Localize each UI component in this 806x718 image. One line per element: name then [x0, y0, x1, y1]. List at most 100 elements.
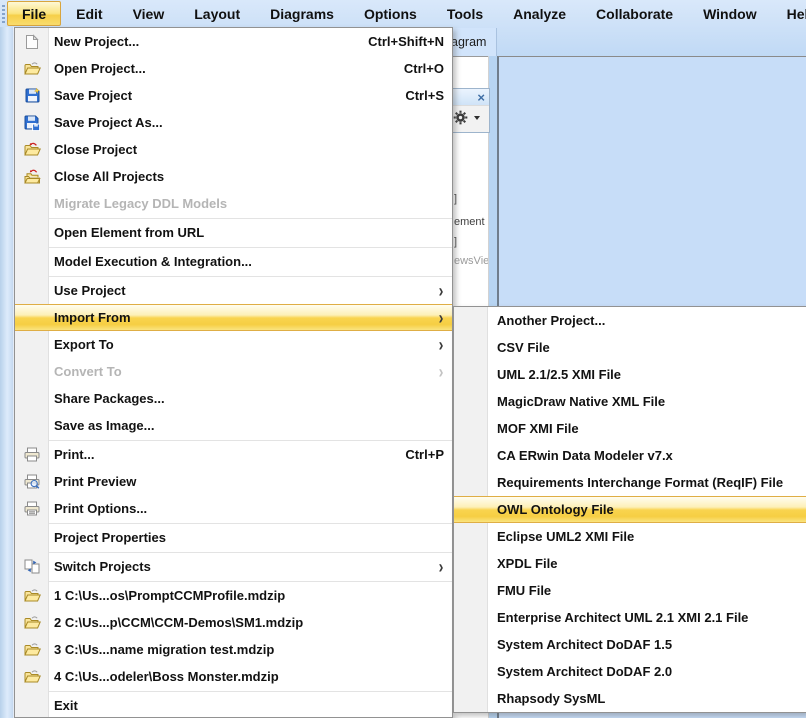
menu-item-gutter-cell: [15, 115, 49, 131]
gear-icon[interactable]: [453, 110, 468, 125]
submenu-item-magicdraw-native-xml-file[interactable]: MagicDraw Native XML File: [454, 388, 806, 415]
submenu-item-csv-file[interactable]: CSV File: [454, 334, 806, 361]
menu-item-label: Enterprise Architect UML 2.1 XMI 2.1 Fil…: [488, 610, 748, 625]
menu-item-label: OWL Ontology File: [488, 502, 614, 517]
menu-item-import-from[interactable]: Import From›: [15, 304, 452, 331]
menu-item-gutter-cell: [15, 34, 49, 50]
menu-item-use-project[interactable]: Use Project›: [15, 277, 452, 304]
menu-item-label: Project Properties: [49, 530, 166, 545]
print-preview-icon: [24, 474, 40, 490]
menubar-item-analyze[interactable]: Analyze: [498, 1, 581, 26]
menubar-item-help[interactable]: Help: [772, 1, 806, 26]
menu-item-label: Print Options...: [49, 501, 147, 516]
menu-item-open-element-from-url[interactable]: Open Element from URL: [15, 219, 452, 246]
submenu-item-system-architect-dodaf-2-0[interactable]: System Architect DoDAF 2.0: [454, 658, 806, 685]
menu-item-print-options[interactable]: Print Options...: [15, 495, 452, 522]
menu-item-project-properties[interactable]: Project Properties: [15, 524, 452, 551]
menu-item-label: Switch Projects: [49, 559, 151, 574]
menu-item-export-to[interactable]: Export To›: [15, 331, 452, 358]
panel-fragment: ement: [454, 216, 485, 228]
menu-item-new-project[interactable]: New Project...Ctrl+Shift+N: [15, 28, 452, 55]
toolbar-grip-icon: [2, 5, 5, 23]
menu-item-shortcut: Ctrl+P: [385, 447, 444, 462]
chevron-right-icon: ›: [439, 558, 444, 576]
menubar-item-file[interactable]: File: [7, 1, 61, 26]
menubar-item-diagrams[interactable]: Diagrams: [255, 1, 349, 26]
submenu-item-requirements-interchange-format-reqif-fi[interactable]: Requirements Interchange Format (ReqIF) …: [454, 469, 806, 496]
menubar-item-layout[interactable]: Layout: [179, 1, 255, 26]
save-project-icon: [25, 88, 40, 103]
menu-item-share-packages[interactable]: Share Packages...: [15, 385, 452, 412]
menu-item-label: CSV File: [488, 340, 550, 355]
menu-item-label: Rhapsody SysML: [488, 691, 605, 706]
menu-item-label: 3 C:\Us...name migration test.mdzip: [49, 642, 274, 657]
menu-item-model-execution-integration[interactable]: Model Execution & Integration...: [15, 248, 452, 275]
menu-item-label: Export To: [49, 337, 114, 352]
menubar-item-options[interactable]: Options: [349, 1, 432, 26]
submenu-item-xpdl-file[interactable]: XPDL File: [454, 550, 806, 577]
menubar-item-tools[interactable]: Tools: [432, 1, 498, 26]
submenu-item-fmu-file[interactable]: FMU File: [454, 577, 806, 604]
menu-item-label: New Project...: [49, 34, 139, 49]
menu-item-save-as-image[interactable]: Save as Image...: [15, 412, 452, 439]
close-icon[interactable]: ×: [477, 91, 485, 104]
menu-item-close-all-projects[interactable]: Close All Projects: [15, 163, 452, 190]
menu-item-convert-to: Convert To›: [15, 358, 452, 385]
menubar-item-label: Analyze: [513, 6, 566, 22]
menubar-item-collaborate[interactable]: Collaborate: [581, 1, 688, 26]
menu-item-save-project-as[interactable]: Save Project As...: [15, 109, 452, 136]
menu-item-gutter-cell: [15, 169, 49, 185]
menu-item-label: 1 C:\Us...os\PromptCCMProfile.mdzip: [49, 588, 285, 603]
menubar-item-edit[interactable]: Edit: [61, 1, 117, 26]
mini-toolbar-header: ×: [447, 89, 489, 106]
chevron-right-icon: ›: [439, 282, 444, 300]
menu-item-print[interactable]: Print... Ctrl+P: [15, 441, 452, 468]
menubar-item-label: Diagrams: [270, 6, 334, 22]
menu-item-gutter-cell: [15, 669, 49, 684]
submenu-item-enterprise-architect-uml-2-1-xmi-2-1-fil[interactable]: Enterprise Architect UML 2.1 XMI 2.1 Fil…: [454, 604, 806, 631]
menu-item-close-project[interactable]: Close Project: [15, 136, 452, 163]
menu-item-shortcut: Ctrl+S: [385, 88, 444, 103]
menu-item-switch-projects[interactable]: Switch Projects ›: [15, 553, 452, 580]
submenu-item-rhapsody-sysml[interactable]: Rhapsody SysML: [454, 685, 806, 712]
menu-item-gutter-cell: [15, 474, 49, 490]
menu-item-gutter-cell: [15, 142, 49, 157]
menubar-item-label: Edit: [76, 6, 102, 22]
save-project-as-icon: [24, 115, 40, 131]
menu-item-3-c-us-name-migration-test-mdzip[interactable]: 3 C:\Us...name migration test.mdzip: [15, 636, 452, 663]
menu-item-label: Model Execution & Integration...: [49, 254, 252, 269]
submenu-item-eclipse-uml2-xmi-file[interactable]: Eclipse UML2 XMI File: [454, 523, 806, 550]
recent-file-icon: [24, 588, 41, 603]
submenu-item-uml-2-1-2-5-xmi-file[interactable]: UML 2.1/2.5 XMI File: [454, 361, 806, 388]
menu-item-label: Eclipse UML2 XMI File: [488, 529, 634, 544]
dropdown-caret-icon[interactable]: [474, 116, 480, 120]
menu-item-label: Print...: [49, 447, 94, 462]
menu-item-label: Another Project...: [488, 313, 605, 328]
menu-item-4-c-us-odeler-boss-monster-mdzip[interactable]: 4 C:\Us...odeler\Boss Monster.mdzip: [15, 663, 452, 690]
menu-item-1-c-us-os-promptccmprofile-mdzip[interactable]: 1 C:\Us...os\PromptCCMProfile.mdzip: [15, 582, 452, 609]
menu-item-migrate-legacy-ddl-models: Migrate Legacy DDL Models: [15, 190, 452, 217]
panel-fragment: ]: [454, 236, 457, 248]
menu-item-label: Share Packages...: [49, 391, 165, 406]
menu-item-print-preview[interactable]: Print Preview: [15, 468, 452, 495]
menu-item-label: XPDL File: [488, 556, 557, 571]
menubar-item-label: Collaborate: [596, 6, 673, 22]
menubar-item-label: View: [133, 6, 165, 22]
diagram-tab[interactable]: agram: [446, 28, 497, 56]
menu-item-2-c-us-p-ccm-ccm-demos-sm1-mdzip[interactable]: 2 C:\Us...p\CCM\CCM-Demos\SM1.mdzip: [15, 609, 452, 636]
submenu-item-owl-ontology-file[interactable]: OWL Ontology File: [454, 496, 806, 523]
submenu-item-system-architect-dodaf-1-5[interactable]: System Architect DoDAF 1.5: [454, 631, 806, 658]
menu-item-label: Migrate Legacy DDL Models: [49, 196, 227, 211]
menu-item-exit[interactable]: Exit: [15, 692, 452, 718]
submenu-item-another-project[interactable]: Another Project...: [454, 307, 806, 334]
menu-item-gutter-cell: [15, 615, 49, 630]
submenu-item-ca-erwin-data-modeler-v7-x[interactable]: CA ERwin Data Modeler v7.x: [454, 442, 806, 469]
menu-item-open-project[interactable]: Open Project...Ctrl+O: [15, 55, 452, 82]
menubar-item-label: File: [22, 6, 46, 22]
file-menu-popup: New Project...Ctrl+Shift+NOpen Project..…: [14, 27, 453, 718]
menubar-item-window[interactable]: Window: [688, 1, 772, 26]
submenu-item-mof-xmi-file[interactable]: MOF XMI File: [454, 415, 806, 442]
menu-item-save-project[interactable]: Save ProjectCtrl+S: [15, 82, 452, 109]
menubar-item-view[interactable]: View: [118, 1, 180, 26]
panel-fragment: ]: [454, 193, 457, 205]
